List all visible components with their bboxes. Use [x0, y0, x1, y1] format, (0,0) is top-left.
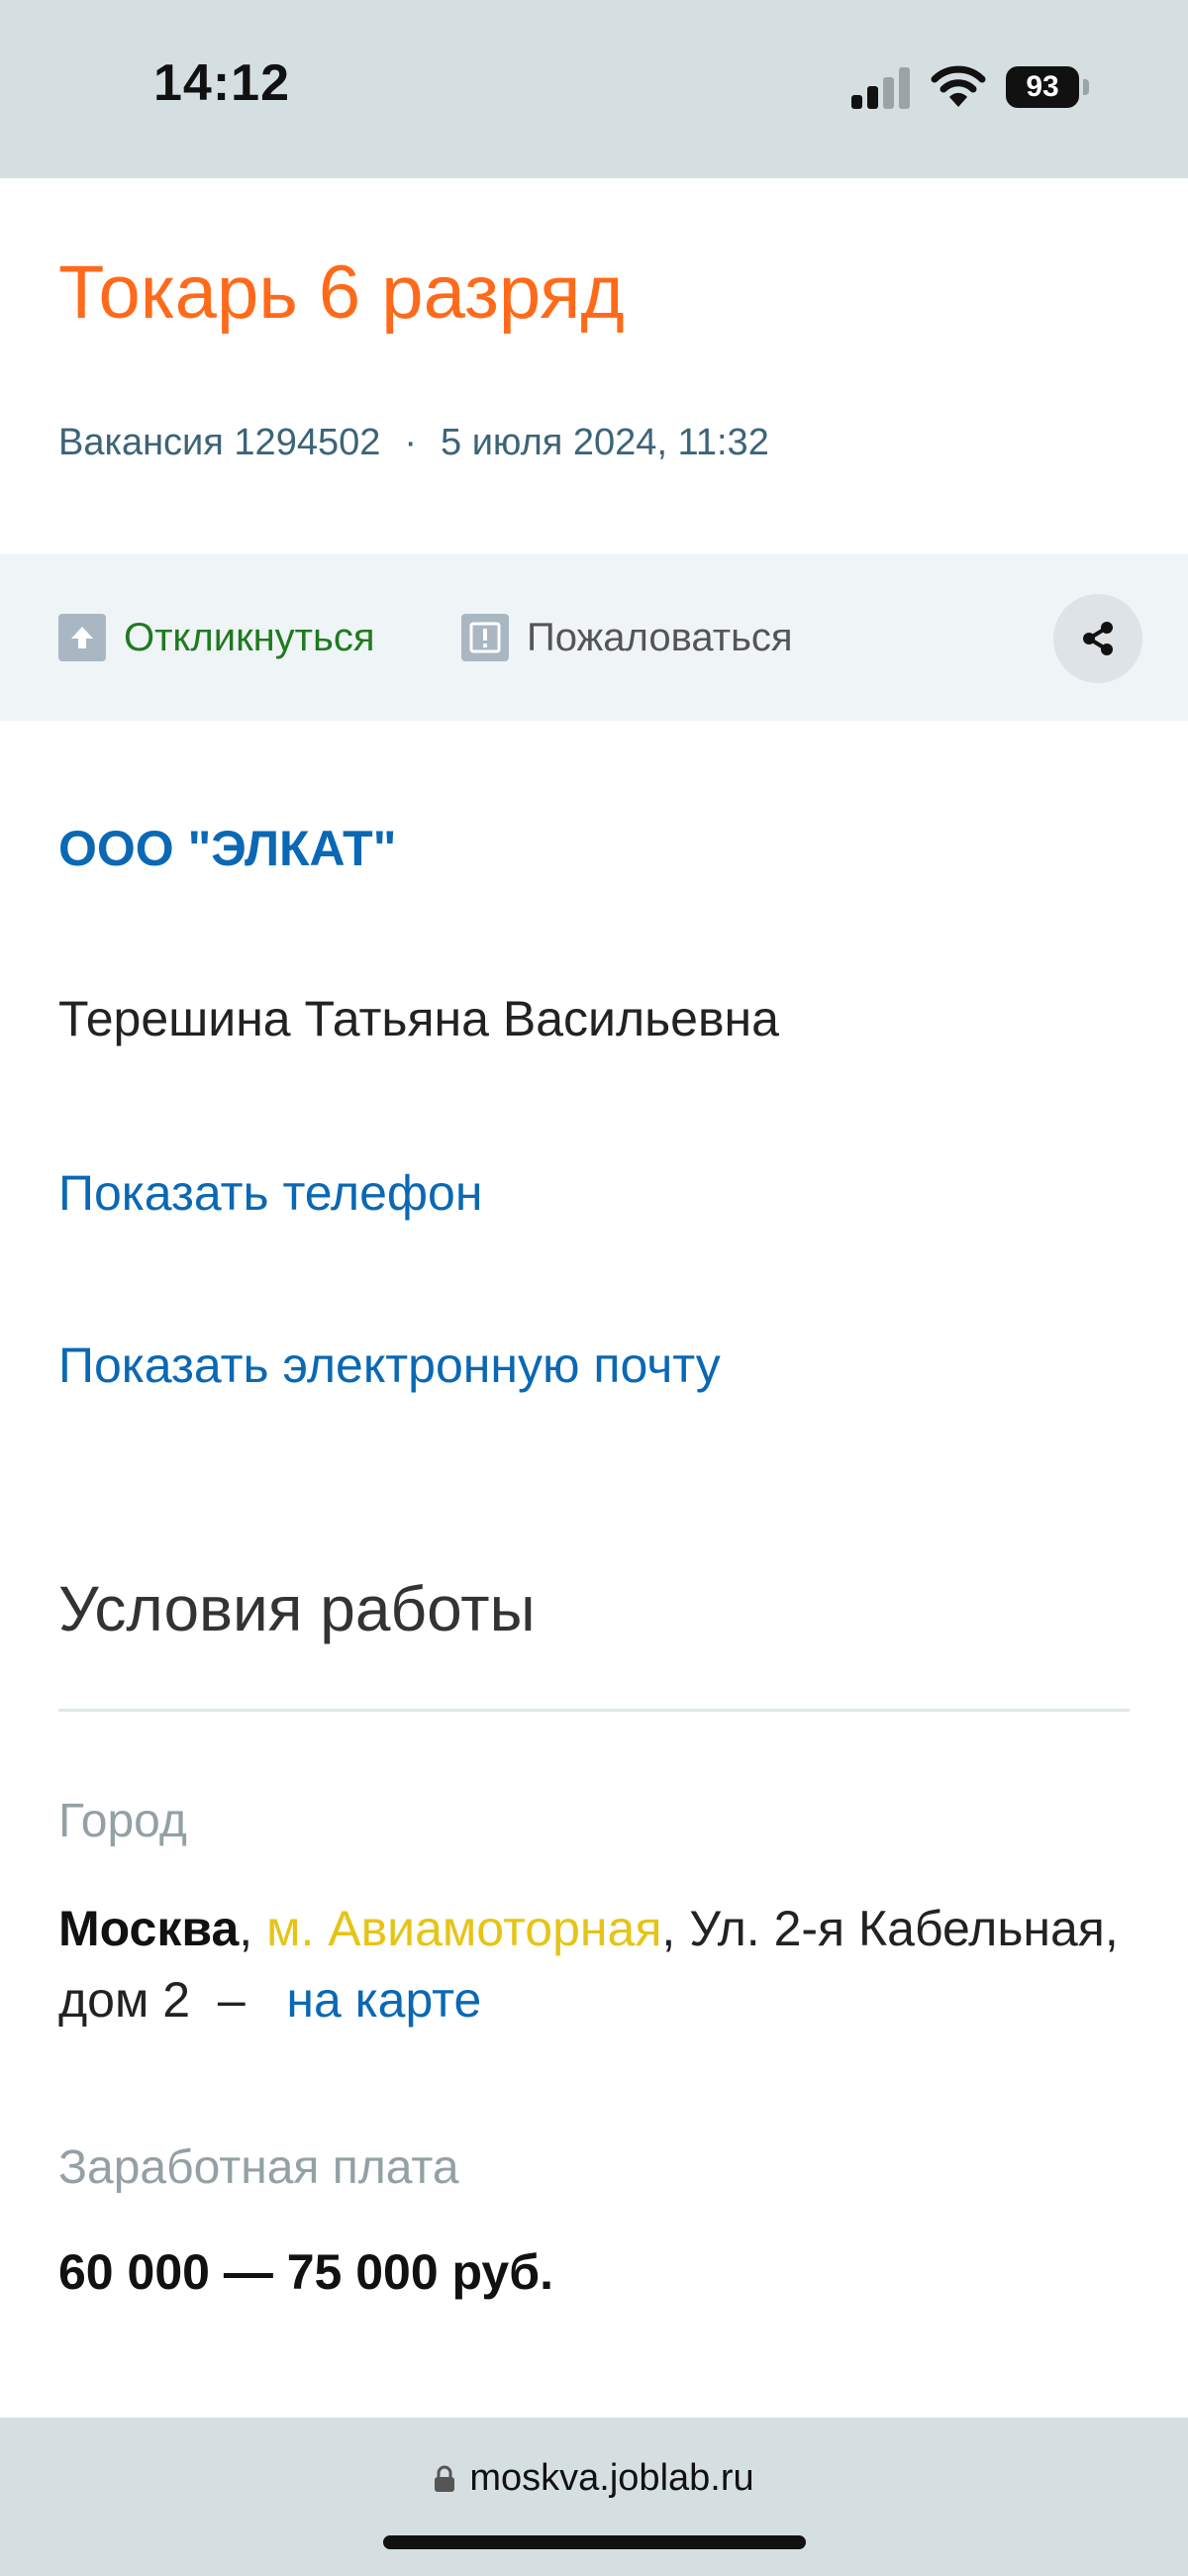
metro-station: м. Авиамоторная: [266, 1901, 662, 1956]
section-divider: [58, 1709, 1130, 1712]
respond-label: Откликнуться: [124, 615, 375, 659]
battery-level: 93: [1006, 66, 1079, 108]
show-phone-link[interactable]: Показать телефон: [58, 1164, 482, 1222]
complain-button[interactable]: Пожаловаться: [461, 554, 793, 721]
vacancy-page: Токарь 6 разряд Вакансия 1294502 · 5 июля …: [0, 178, 1188, 2418]
vacancy-title: Токарь 6 разряд: [58, 250, 625, 335]
wifi-icon: [931, 65, 986, 107]
actions-bar: Откликнуться Пожаловаться: [0, 554, 1188, 721]
respond-button[interactable]: Откликнуться: [58, 554, 374, 721]
share-icon: [1083, 622, 1113, 655]
address: Москва, м. Авиамоторная, Ул. 2-я Кабельн…: [58, 1893, 1130, 2035]
lock-icon: [435, 2465, 455, 2492]
section-title: Условия работы: [58, 1573, 536, 1644]
vacancy-date: 5 июля 2024, 11:32: [441, 422, 769, 463]
warning-icon: [461, 614, 509, 661]
company-link[interactable]: ООО "ЭЛКАТ": [58, 820, 396, 877]
complain-label: Пожаловаться: [527, 615, 793, 659]
url-display[interactable]: moskva.joblab.ru: [0, 2457, 1188, 2500]
battery-icon: 93: [1006, 66, 1089, 108]
upload-arrow-icon: [58, 614, 106, 661]
city-label: Город: [58, 1795, 187, 1847]
home-indicator[interactable]: [383, 2535, 806, 2549]
vacancy-meta: Вакансия 1294502 · 5 июля 2024, 11:32: [58, 422, 769, 464]
contact-name: Терешина Татьяна Васильевна: [58, 991, 779, 1046]
status-time: 14:12: [153, 54, 290, 112]
status-bar: 14:12 93: [0, 0, 1188, 178]
browser-address-bar[interactable]: moskva.joblab.ru: [0, 2418, 1188, 2576]
address-dash: –: [217, 1972, 246, 2028]
address-comma: ,: [239, 1901, 253, 1956]
meta-separator: ·: [404, 422, 418, 463]
city-name: Москва: [58, 1901, 240, 1956]
show-email-link[interactable]: Показать электронную почту: [58, 1337, 721, 1394]
signal-icon: [851, 67, 910, 109]
vacancy-number: Вакансия 1294502: [58, 422, 381, 463]
url-text: moskva.joblab.ru: [469, 2457, 754, 2499]
salary-value: 60 000 — 75 000 руб.: [58, 2244, 553, 2300]
salary-label: Заработная плата: [58, 2141, 459, 2194]
map-link[interactable]: на карте: [286, 1972, 481, 2028]
share-button[interactable]: [1053, 594, 1142, 683]
